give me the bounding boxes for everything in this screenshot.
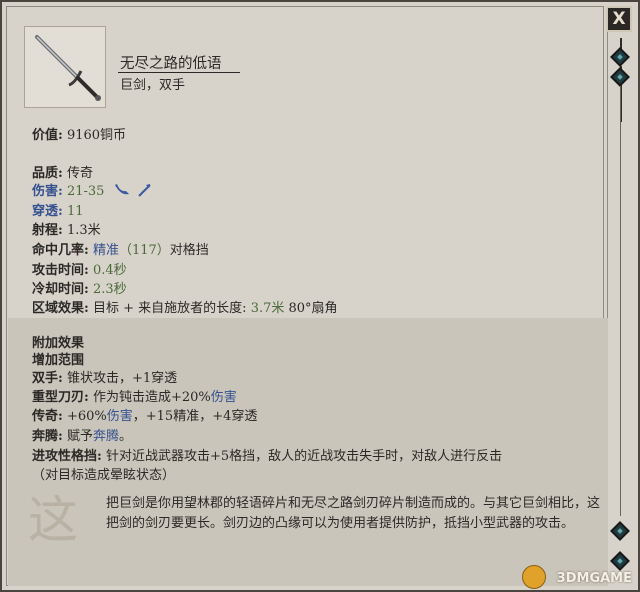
rail-gem-icon bbox=[610, 47, 630, 67]
value-row: 价值: 9160铜币 bbox=[32, 124, 126, 143]
rail-line bbox=[620, 86, 621, 516]
effect-label: 奔腾: bbox=[32, 429, 63, 444]
effect-label: 进攻性格挡: bbox=[32, 449, 102, 464]
slashing-icon bbox=[114, 184, 129, 195]
item-tooltip-panel: X 无尽之路的低语 巨剑，双手 价值: 9160铜币 品质: 传奇 伤害: 21… bbox=[0, 0, 640, 592]
attack-time-row: 攻击时间: 0.4秒 bbox=[32, 259, 127, 278]
accuracy-vs: 对格挡 bbox=[169, 243, 209, 258]
aoe-target: 目标 bbox=[92, 301, 119, 316]
watermark: 3DMGAME bbox=[556, 571, 632, 586]
attack-time-value: 0.4秒 bbox=[92, 263, 127, 278]
quality-row: 品质: 传奇 bbox=[32, 162, 93, 181]
accuracy-label: 命中几率: bbox=[32, 243, 89, 258]
quality-label: 品质: bbox=[32, 166, 63, 181]
title-underline bbox=[118, 72, 240, 73]
aoe-length: 3.7米 bbox=[250, 301, 285, 316]
effect-heavy-blade: 重型刀刃: 作为钝击造成+20%伤害 bbox=[32, 386, 237, 405]
accuracy-value: （117） bbox=[118, 243, 170, 258]
effect-text: +60% bbox=[66, 409, 107, 424]
item-type: 巨剑，双手 bbox=[120, 78, 186, 93]
aoe-plus: + bbox=[123, 301, 135, 316]
recovery-label: 冷却时间: bbox=[32, 282, 89, 297]
damage-value: 21-35 bbox=[66, 184, 105, 199]
effect-text: ，+15精准，+4穿透 bbox=[132, 409, 258, 424]
effect-legendary: 传奇: +60%伤害，+15精准，+4穿透 bbox=[32, 405, 257, 424]
value-amount: 9160铜币 bbox=[66, 128, 127, 143]
damage-row: 伤害: 21-35 bbox=[32, 180, 153, 199]
range-row: 射程: 1.3米 bbox=[32, 219, 101, 238]
effect-text: 。 bbox=[118, 429, 132, 444]
effect-label: 重型刀刃: bbox=[32, 390, 89, 405]
close-button[interactable]: X bbox=[606, 6, 632, 32]
item-description: 把巨剑是你用望林郡的轻语碎片和无尽之路剑刃碎片制造而成的。与其它巨剑相比，这把剑… bbox=[106, 496, 601, 531]
watermark-logo-icon bbox=[522, 565, 546, 589]
effect-label: 传奇: bbox=[32, 409, 63, 424]
description-emblem: 这 bbox=[28, 491, 78, 549]
effect-label: 双手: bbox=[32, 371, 63, 386]
recovery-row: 冷却时间: 2.3秒 bbox=[32, 278, 127, 297]
penetration-value: 11 bbox=[66, 204, 84, 219]
accuracy-keyword[interactable]: 精准 bbox=[93, 243, 119, 258]
accuracy-row: 命中几率: 精准（117）对格挡 bbox=[32, 239, 209, 258]
effect-two-handed: 双手: 锥状攻击，+1穿透 bbox=[32, 367, 177, 386]
damage-keyword[interactable]: 伤害 bbox=[211, 390, 237, 405]
penetration-row: 穿透: 11 bbox=[32, 200, 84, 219]
effect-reach: 增加范围 bbox=[32, 353, 85, 368]
window-side-rail bbox=[607, 6, 634, 586]
aoe-label: 区域效果: bbox=[32, 301, 89, 316]
rail-gem-icon bbox=[610, 551, 630, 571]
range-value: 1.3米 bbox=[66, 223, 101, 238]
value-label: 价值: bbox=[32, 128, 63, 143]
rail-gem-icon bbox=[610, 67, 630, 87]
effect-rush: 奔腾: 赋予奔腾。 bbox=[32, 425, 132, 444]
item-name: 无尽之路的低语 bbox=[120, 56, 222, 72]
effect-text: 锥状攻击，+1穿透 bbox=[66, 371, 178, 386]
effect-riposte: 进攻性格挡: 针对近战武器攻击+5格挡，敌人的近战攻击失手时，对敌人进行反击 bbox=[32, 445, 502, 464]
rail-gem-icon bbox=[610, 521, 630, 541]
damage-keyword[interactable]: 伤害 bbox=[107, 409, 133, 424]
piercing-icon bbox=[137, 184, 151, 197]
greatsword-icon bbox=[24, 26, 106, 108]
aoe-angle: 80°扇角 bbox=[288, 301, 338, 316]
effect-text: 作为钝击造成+20% bbox=[92, 390, 211, 405]
damage-label[interactable]: 伤害: bbox=[32, 184, 63, 199]
effect-text: 赋予 bbox=[66, 429, 93, 444]
range-label: 射程: bbox=[32, 223, 63, 238]
effect-text: 针对近战武器攻击+5格挡，敌人的近战攻击失手时，对敌人进行反击 bbox=[105, 449, 503, 464]
recovery-value: 2.3秒 bbox=[92, 282, 127, 297]
effect-riposte-note: （对目标造成晕眩状态） bbox=[32, 468, 176, 483]
quality-value: 传奇 bbox=[66, 166, 93, 181]
damage-type-icons bbox=[114, 184, 151, 197]
attack-time-label: 攻击时间: bbox=[32, 263, 89, 278]
aoe-from: 来自施放者的长度: bbox=[138, 301, 247, 316]
penetration-label[interactable]: 穿透: bbox=[32, 204, 63, 219]
aoe-row: 区域效果: 目标 + 来自施放者的长度: 3.7米 80°扇角 bbox=[32, 297, 338, 316]
rush-keyword[interactable]: 奔腾 bbox=[93, 429, 119, 444]
